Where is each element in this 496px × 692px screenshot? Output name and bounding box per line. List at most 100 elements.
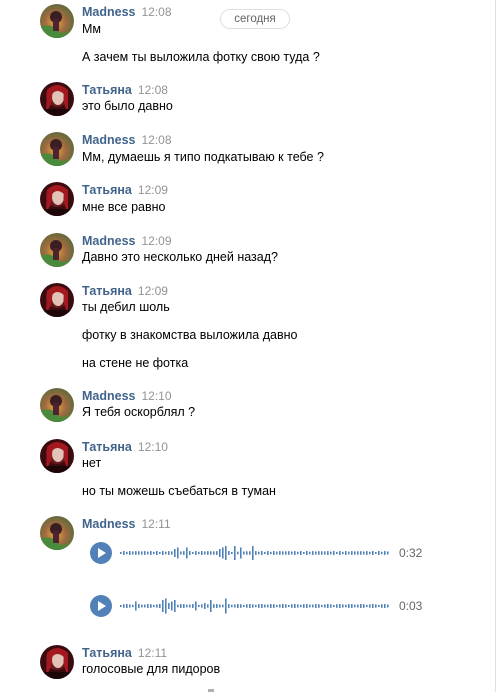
waveform-bar [246, 551, 248, 555]
avatar[interactable] [40, 182, 74, 216]
author-name[interactable]: Татьяна [82, 646, 132, 660]
waveform-bar [183, 551, 185, 555]
waveform[interactable] [120, 543, 392, 563]
waveform-bar [312, 604, 314, 608]
waveform-bar [375, 551, 377, 555]
play-icon[interactable] [90, 542, 112, 564]
message-time[interactable]: 12:09 [138, 284, 168, 298]
waveform-bar [285, 604, 287, 608]
waveform-bar [342, 604, 344, 608]
message-time[interactable]: 12:08 [138, 83, 168, 97]
waveform-bar [369, 604, 371, 608]
play-icon[interactable] [90, 595, 112, 617]
message-text: фотку в знакомства выложила давно [82, 328, 298, 342]
waveform-bar [210, 600, 212, 612]
author-name[interactable]: Madness [82, 5, 136, 19]
waveform-bar [366, 604, 368, 608]
author-name[interactable]: Madness [82, 133, 136, 147]
waveform-bar [378, 551, 380, 555]
avatar[interactable] [40, 132, 74, 166]
waveform[interactable] [120, 596, 392, 616]
waveform-bar [306, 551, 308, 555]
message-text: Мм, думаешь я типо подкатываю к тебе ? [82, 150, 324, 164]
waveform-bar [363, 604, 365, 608]
waveform-bar [258, 551, 260, 555]
message-time[interactable]: 12:09 [142, 234, 172, 248]
message-time[interactable]: 12:10 [142, 389, 172, 403]
author-name[interactable]: Madness [82, 517, 136, 531]
waveform-bar [372, 551, 374, 555]
waveform-bar [222, 547, 224, 559]
waveform-bar [246, 604, 248, 608]
date-divider: сегодня [220, 9, 290, 29]
message-text: нет [82, 456, 102, 470]
waveform-bar [228, 551, 230, 555]
avatar[interactable] [40, 4, 74, 38]
avatar[interactable] [40, 388, 74, 422]
waveform-bar [219, 604, 221, 608]
waveform-bar [288, 551, 290, 555]
waveform-bar [375, 604, 377, 608]
waveform-bar [231, 604, 233, 608]
waveform-bar [315, 551, 317, 555]
waveform-bar [234, 546, 236, 560]
waveform-bar [351, 604, 353, 608]
waveform-bar [240, 547, 242, 559]
waveform-bar [264, 551, 266, 555]
waveform-bar [324, 604, 326, 608]
waveform-bar [150, 551, 152, 555]
avatar[interactable] [40, 516, 74, 550]
waveform-bar [171, 601, 173, 611]
waveform-bar [147, 551, 149, 555]
waveform-bar [183, 604, 185, 608]
message-text: Давно это несколько дней назад? [82, 250, 278, 264]
waveform-bar [303, 551, 305, 555]
waveform-bar [384, 551, 386, 555]
message-time[interactable]: 12:08 [142, 5, 172, 19]
waveform-bar [357, 604, 359, 608]
author-name[interactable]: Татьяна [82, 83, 132, 97]
message-header: Madness 12:08 [82, 132, 172, 148]
waveform-bar [366, 551, 368, 555]
author-name[interactable]: Madness [82, 234, 136, 248]
waveform-bar [279, 604, 281, 608]
message-time[interactable]: 12:09 [138, 183, 168, 197]
waveform-bar [318, 604, 320, 608]
waveform-bar [237, 604, 239, 608]
waveform-bar [237, 551, 239, 555]
waveform-bar [150, 604, 152, 608]
message-text: Я тебя оскорблял ? [82, 405, 196, 419]
author-name[interactable]: Madness [82, 389, 136, 403]
waveform-bar [201, 551, 203, 555]
waveform-bar [342, 551, 344, 555]
waveform-bar [321, 551, 323, 555]
message-time[interactable]: 12:08 [142, 133, 172, 147]
waveform-bar [159, 604, 161, 608]
waveform-bar [285, 551, 287, 555]
avatar[interactable] [40, 82, 74, 116]
message-time[interactable]: 12:11 [138, 646, 167, 660]
waveform-bar [135, 551, 137, 555]
avatar[interactable] [40, 283, 74, 317]
author-name[interactable]: Татьяна [82, 284, 132, 298]
author-name[interactable]: Татьяна [82, 183, 132, 197]
message-time[interactable]: 12:10 [138, 440, 168, 454]
waveform-bar [279, 551, 281, 555]
waveform-bar [267, 604, 269, 608]
waveform-bar [228, 604, 230, 608]
waveform-bar [354, 604, 356, 608]
waveform-bar [129, 604, 131, 608]
waveform-bar [306, 604, 308, 608]
waveform-bar [363, 551, 365, 555]
message-header: Татьяна 12:09 [82, 283, 168, 299]
avatar[interactable] [40, 233, 74, 267]
waveform-bar [120, 605, 122, 607]
waveform-bar [291, 551, 293, 555]
message-text: голосовые для пидоров [82, 662, 221, 676]
message-time[interactable]: 12:11 [142, 517, 171, 531]
avatar[interactable] [40, 439, 74, 473]
author-name[interactable]: Татьяна [82, 440, 132, 454]
avatar[interactable] [40, 645, 74, 679]
waveform-bar [297, 551, 299, 555]
waveform-bar [300, 604, 302, 608]
